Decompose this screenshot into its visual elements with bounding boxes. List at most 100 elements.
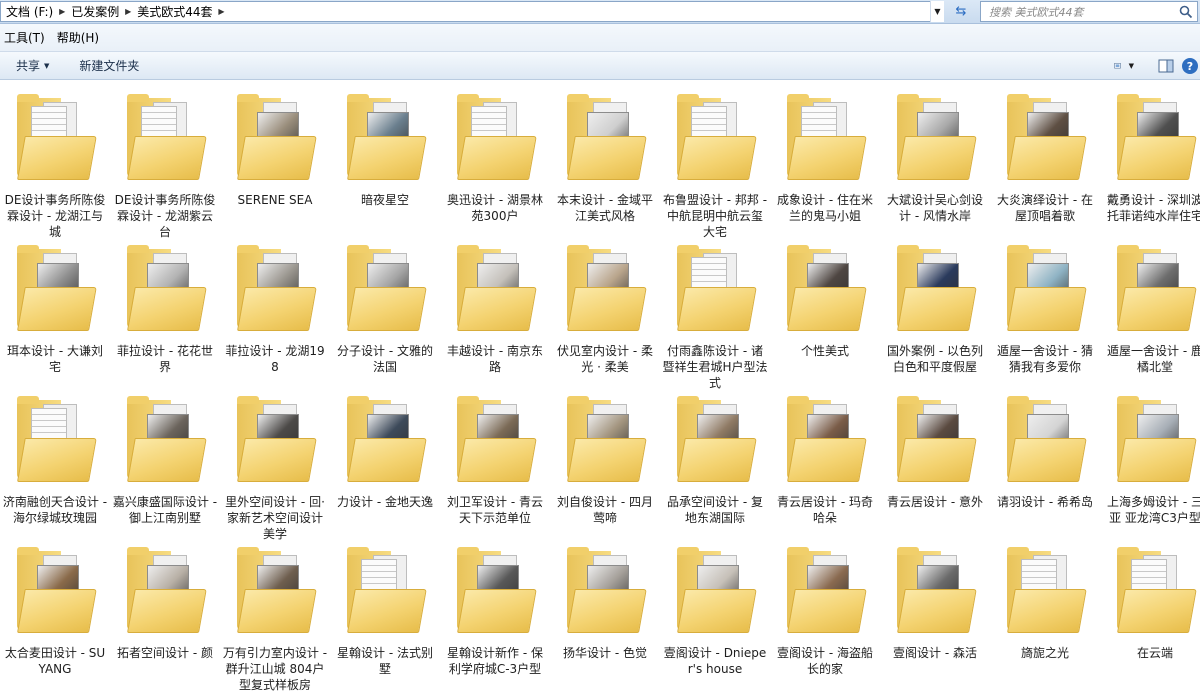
folder-item[interactable]: 分子设计 - 文雅的法国 [330,239,440,389]
folder-item[interactable]: 奥迅设计 - 湖景林苑300户 [440,88,550,238]
folder-icon [343,94,427,184]
folder-label: 壹阁设计 - 森活 [893,646,977,660]
folder-icon [783,547,867,637]
folder-icon [13,547,97,637]
folder-item[interactable]: 星翰设计新作 - 保利学府城C-3户型 [440,541,550,691]
folder-item[interactable]: 刘卫军设计 - 青云天下示范单位 [440,390,550,540]
folder-item[interactable]: 力设计 - 金地天逸 [330,390,440,540]
folder-item[interactable]: 壹阁设计 - Dnieper's house [660,541,770,691]
folder-item[interactable]: 菲拉设计 - 龙湖198 [220,239,330,389]
folder-label: 布鲁盟设计 - 邦邦 - 中航昆明中航云玺大宅 [662,193,768,239]
folder-icon [123,94,207,184]
search-icon[interactable] [1179,5,1193,19]
folder-label: 济南融创天合设计 - 海尔绿城玫瑰园 [2,495,108,525]
folder-item[interactable]: 拓者空间设计 - 颜 [110,541,220,691]
folder-item[interactable]: 旖旎之光 [990,541,1100,691]
folder-item[interactable]: 在云端 [1100,541,1200,691]
folder-icon [893,396,977,486]
folder-item[interactable]: SERENE SEA [220,88,330,238]
folder-icon [563,547,647,637]
folder-icon [1003,396,1087,486]
folder-item[interactable]: 嘉兴康盛国际设计 - 御上江南别墅 [110,390,220,540]
breadcrumb-drive[interactable]: 文档 (F:) ▶ [3,2,68,21]
folder-item[interactable]: 遁屋一舍设计 - 鹿橘北堂 [1100,239,1200,389]
folder-item[interactable]: 品承空间设计 - 复地东湖国际 [660,390,770,540]
folder-icon [123,245,207,335]
folder-item[interactable]: 壹阁设计 - 海盗船长的家 [770,541,880,691]
folder-item[interactable]: 暗夜星空 [330,88,440,238]
folder-item[interactable]: 太合麦田设计 - SU YANG [0,541,110,691]
address-bar[interactable]: 文档 (F:) ▶ 已发案例 ▶ 美式欧式44套 ▶ [0,1,944,22]
chevron-right-icon[interactable]: ▶ [122,7,134,16]
menu-tools[interactable]: 工具(T) [0,29,53,46]
folder-item[interactable]: 上海多姆设计 - 三亚 亚龙湾C3户型 [1100,390,1200,540]
folder-item[interactable]: 布鲁盟设计 - 邦邦 - 中航昆明中航云玺大宅 [660,88,770,239]
new-folder-button[interactable]: 新建文件夹 [63,57,153,74]
folder-icon [673,245,757,335]
folder-item[interactable]: 请羽设计 - 希希岛 [990,390,1100,540]
folder-item[interactable]: 菲拉设计 - 花花世界 [110,239,220,389]
folder-icon [453,396,537,486]
chevron-down-icon[interactable]: ▼ [1129,62,1134,70]
folder-label: 戴勇设计 - 深圳波托菲诺纯水岸住宅 [1106,193,1200,223]
folder-label: 太合麦田设计 - SU YANG [4,646,106,676]
folder-item[interactable]: DE设计事务所陈俊霖设计 - 龙湖紫云台 [110,88,220,239]
folder-item[interactable]: 本末设计 - 金域平江美式风格 [550,88,660,238]
folder-icon [1003,245,1087,335]
folder-icon [123,547,207,637]
view-icon [1114,63,1121,69]
folder-icon [453,547,537,637]
folder-item[interactable]: 丰越设计 - 南京东路 [440,239,550,389]
folder-label: 暗夜星空 [360,193,409,207]
folder-icon [123,396,207,486]
folder-item[interactable]: 刘自俊设计 - 四月莺啼 [550,390,660,540]
folder-item[interactable]: 个性美式 [770,239,880,389]
folder-item[interactable]: 大炎演绎设计 - 在屋顶唱着歌 [990,88,1100,238]
folder-item[interactable]: 万有引力室内设计 - 群升江山城 804户型复式样板房 [220,541,330,692]
folder-item[interactable]: 青云居设计 - 意外 [880,390,990,540]
folder-icon [13,94,97,184]
folder-label: 国外案例 - 以色列白色和平度假屋 [887,344,983,374]
share-button[interactable]: 共享 ▼ [0,57,63,74]
chevron-right-icon[interactable]: ▶ [56,7,68,16]
folder-label: 分子设计 - 文雅的法国 [337,344,433,374]
folder-icon [673,547,757,637]
preview-pane-icon [1158,59,1174,73]
menu-help[interactable]: 帮助(H) [53,29,107,46]
folder-item[interactable]: 壹阁设计 - 森活 [880,541,990,691]
folder-icon [453,94,537,184]
help-icon[interactable]: ? [1182,58,1198,74]
folder-item[interactable]: 付雨鑫陈设计 - 诸暨祥生君城H户型法式 [660,239,770,390]
folder-icon [893,245,977,335]
folder-item[interactable]: 成象设计 - 住在米兰的鬼马小姐 [770,88,880,238]
folder-item[interactable]: 戴勇设计 - 深圳波托菲诺纯水岸住宅 [1100,88,1200,238]
folder-item[interactable]: 星翰设计 - 法式别墅 [330,541,440,691]
folder-icon [893,94,977,184]
folder-icon [233,94,317,184]
search-input[interactable]: 搜索 美式欧式44套 [980,1,1198,22]
chevron-right-icon[interactable]: ▶ [216,7,228,16]
folder-label: 万有引力室内设计 - 群升江山城 804户型复式样板房 [222,646,328,692]
view-options-button[interactable]: ▼ [1114,56,1134,76]
folder-item[interactable]: 珥本设计 - 大谦刘宅 [0,239,110,389]
folder-label: 遁屋一舍设计 - 鹿橘北堂 [1107,344,1200,374]
folder-item[interactable]: 国外案例 - 以色列白色和平度假屋 [880,239,990,389]
folder-item[interactable]: 大斌设计吴心剑设计 - 风情水岸 [880,88,990,238]
folder-item[interactable]: 遁屋一舍设计 - 猜猜我有多爱你 [990,239,1100,389]
preview-pane-button[interactable] [1156,56,1176,76]
folder-grid: DE设计事务所陈俊霖设计 - 龙湖江与城 DE设计事务所陈俊霖设计 - 龙湖紫云台… [0,80,1200,698]
breadcrumb-folder[interactable]: 已发案例 ▶ [68,2,134,21]
folder-item[interactable]: 青云居设计 - 玛奇哈朵 [770,390,880,540]
folder-item[interactable]: 扬华设计 - 色觉 [550,541,660,691]
folder-item[interactable]: 伏见室内设计 - 柔光 · 柔美 [550,239,660,389]
breadcrumb-current[interactable]: 美式欧式44套 ▶ [134,2,227,21]
folder-item[interactable]: 济南融创天合设计 - 海尔绿城玫瑰园 [0,390,110,540]
command-bar: 共享 ▼ 新建文件夹 ▼ ? [0,52,1200,80]
folder-item[interactable]: DE设计事务所陈俊霖设计 - 龙湖江与城 [0,88,110,239]
folder-item[interactable]: 里外空间设计 - 回·家新艺术空间设计美学 [220,390,330,541]
folder-label: 刘卫军设计 - 青云天下示范单位 [447,495,543,525]
address-dropdown-icon[interactable]: ▼ [930,1,944,22]
folder-label: 里外空间设计 - 回·家新艺术空间设计美学 [225,495,325,541]
folder-label: 旖旎之光 [1020,646,1069,660]
refresh-button[interactable]: ⇆ [948,1,974,22]
